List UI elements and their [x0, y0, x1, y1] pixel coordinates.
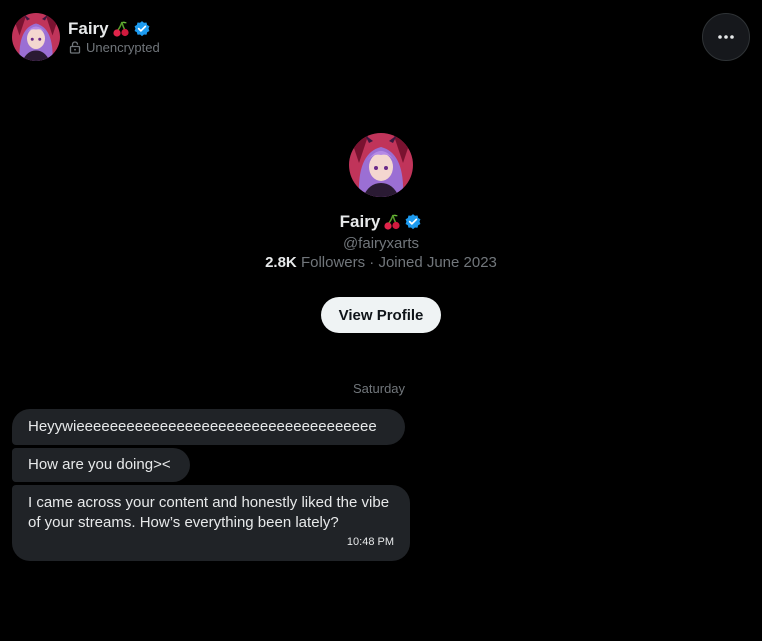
lock-icon [69, 41, 81, 54]
encryption-status: Unencrypted [69, 40, 160, 55]
header-name-row: Fairy [68, 19, 151, 39]
joined-date: · Joined June 2023 [369, 254, 497, 271]
header-avatar[interactable] [12, 13, 60, 61]
avatar-image [349, 133, 413, 197]
profile-handle: @fairyxarts [342, 235, 420, 252]
verified-badge-icon [405, 214, 421, 230]
followers-count: 2.8K [265, 254, 297, 271]
message-bubble[interactable]: How are you doing>< [12, 448, 190, 482]
profile-stats: 2.8K Followers · Joined June 2023 [0, 254, 762, 271]
message-bubble[interactable]: Heyywieeeeeeeeeeeeeeeeeeeeeeeeeeeeeeeeee… [12, 409, 405, 445]
message-text: I came across your content and honestly … [28, 494, 390, 531]
message-timestamp: 10:48 PM [346, 536, 394, 548]
message-text: How are you doing>< [28, 456, 171, 473]
encryption-label: Unencrypted [86, 40, 160, 55]
profile-avatar[interactable] [349, 133, 413, 197]
view-profile-button[interactable]: View Profile [321, 297, 441, 333]
followers-label: Followers [300, 254, 366, 271]
cherry-icon [384, 214, 400, 230]
more-dots-icon [718, 35, 734, 39]
cherry-icon [113, 21, 129, 37]
header-name: Fairy [68, 19, 109, 38]
avatar-image [12, 13, 60, 61]
message-text: Heyywieeeeeeeeeeeeeeeeeeeeeeeeeeeeeeeeee… [28, 418, 377, 435]
profile-name: Fairy [339, 212, 381, 231]
verified-badge-icon [134, 21, 150, 37]
more-options-button[interactable] [702, 13, 750, 61]
date-separator: Saturday [353, 381, 406, 396]
message-bubble[interactable]: I came across your content and honestly … [12, 485, 410, 561]
profile-name-row: Fairy [0, 212, 762, 232]
